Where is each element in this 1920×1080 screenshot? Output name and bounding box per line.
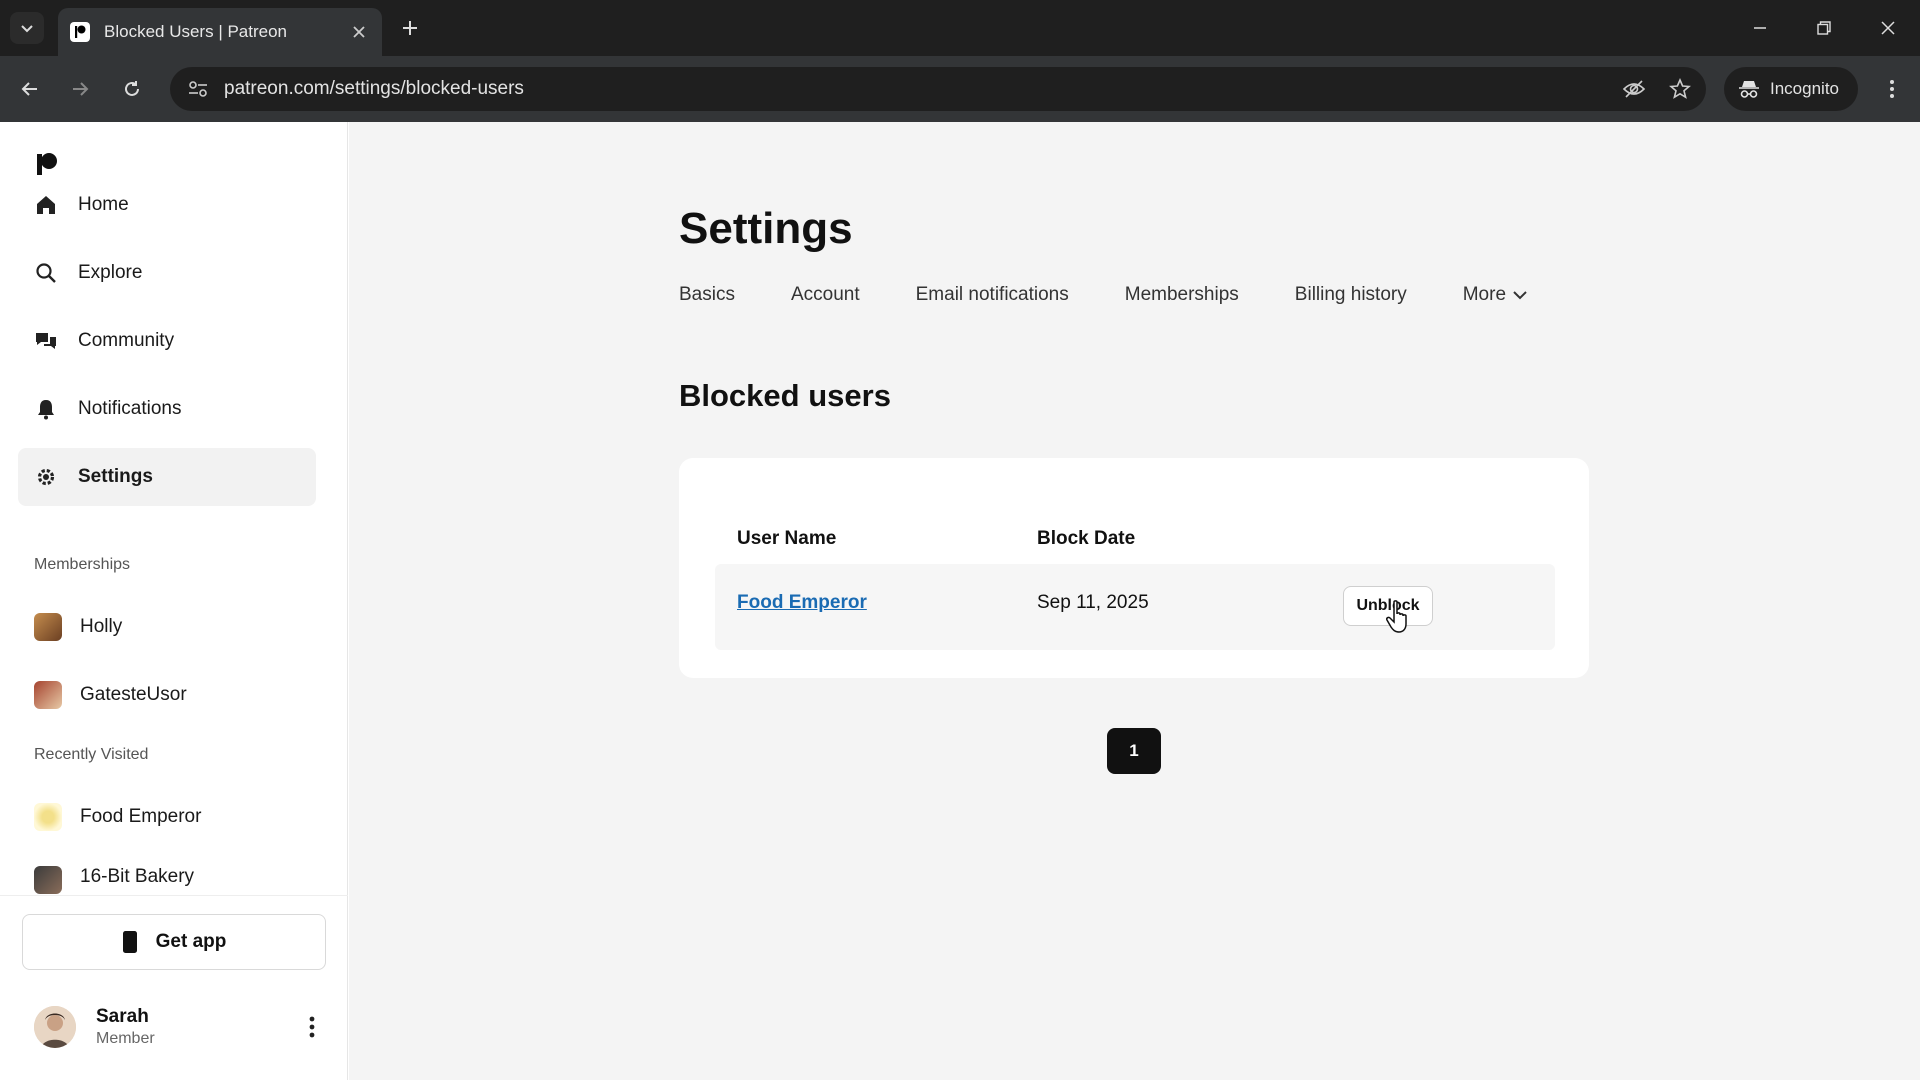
gatesteusor-avatar [34,681,62,709]
sidebar-item-16-bit-bakery[interactable]: 16-Bit Bakery [18,856,316,896]
user-name: Sarah [96,1006,149,1027]
tab-basics[interactable]: Basics [679,284,735,306]
chat-bubbles-icon [34,329,58,353]
sidebar-item-label: Explore [78,262,143,283]
column-header-user-name: User Name [737,528,837,549]
tab-account[interactable]: Account [791,284,860,306]
incognito-badge[interactable]: Incognito [1724,67,1858,111]
bell-icon [34,397,58,421]
sidebar-item-label: Settings [78,466,153,487]
sidebar-item-label: Holly [80,616,123,637]
tab-billing-history[interactable]: Billing history [1295,284,1407,306]
block-date: Sep 11, 2025 [1037,592,1149,613]
hand-cursor-icon [1386,600,1407,633]
get-app-button[interactable]: Get app [22,914,326,970]
patreon-favicon-icon [70,22,90,42]
browser-tab-bar: Blocked Users | Patreon [0,0,1920,56]
chevron-down-icon [1513,291,1527,300]
sidebar-item-label: Food Emperor [80,806,202,827]
page-title: Settings [679,204,853,253]
recently-visited-section-label: Recently Visited [34,746,149,763]
tab-memberships[interactable]: Memberships [1125,284,1239,306]
reload-icon[interactable] [116,73,148,105]
user-profile[interactable]: Sarah Member [34,998,324,1056]
sidebar-item-notifications[interactable]: Notifications [18,380,316,438]
pagination-page-button[interactable]: 1 [1107,728,1161,774]
get-app-label: Get app [155,931,227,952]
sidebar-item-label: GatesteUsor [80,684,187,705]
sidebar-item-home[interactable]: Home [18,176,316,234]
back-arrow-icon[interactable] [14,73,46,105]
user-more-icon[interactable] [300,1012,324,1042]
incognito-icon [1739,81,1759,98]
sidebar-item-label: Community [78,330,175,351]
main-content: Settings Basics Account Email notificati… [349,122,1920,1080]
close-tab-icon[interactable] [348,21,370,43]
16-bit-bakery-avatar [34,866,62,894]
tab-search-button[interactable] [10,12,44,44]
blocked-users-card: User Name Block Date Food Emperor Sep 11… [679,458,1589,678]
home-icon [34,193,58,217]
search-icon [34,261,58,285]
sidebar-item-explore[interactable]: Explore [18,244,316,302]
sidebar-item-label: 16-Bit Bakery [80,866,195,887]
table-row: Food Emperor Sep 11, 2025 Unblock [715,564,1555,650]
sidebar-item-community[interactable]: Community [18,312,316,370]
blocked-users-heading: Blocked users [679,378,891,413]
minimize-icon[interactable] [1740,10,1780,46]
sidebar-item-label: Home [78,194,129,215]
tab-title: Blocked Users | Patreon [104,22,287,41]
new-tab-icon[interactable] [396,14,424,42]
food-emperor-avatar [34,803,62,831]
memberships-section-label: Memberships [34,556,131,573]
sidebar-item-holly[interactable]: Holly [18,598,316,656]
browser-tab[interactable]: Blocked Users | Patreon [58,8,382,56]
user-role: Member [96,1030,155,1047]
browser-toolbar: patreon.com/settings/blocked-users Incog… [0,56,1920,122]
tab-more-label: More [1462,284,1507,305]
site-settings-icon[interactable] [176,67,220,111]
forward-arrow-icon[interactable] [64,73,96,105]
eye-off-icon[interactable] [1614,69,1654,109]
star-bookmark-icon[interactable] [1660,69,1700,109]
address-bar[interactable]: patreon.com/settings/blocked-users [170,67,1706,111]
column-header-block-date: Block Date [1037,528,1136,549]
settings-tabs: Basics Account Email notifications Membe… [679,284,1584,306]
avatar [34,1006,76,1048]
close-window-icon[interactable] [1868,10,1908,46]
blocked-user-link[interactable]: Food Emperor [737,592,867,614]
chevron-down-icon [21,25,33,33]
browser-menu-icon[interactable] [1876,73,1908,105]
incognito-label: Incognito [1770,79,1839,98]
sidebar-item-gatesteusor[interactable]: GatesteUsor [18,666,316,724]
sidebar-divider [0,895,348,896]
sidebar: Home Explore Community Notifications Set… [0,122,348,1080]
tab-more[interactable]: More [1463,284,1528,306]
sidebar-item-food-emperor[interactable]: Food Emperor [18,788,316,846]
holly-avatar [34,613,62,641]
restore-icon[interactable] [1804,10,1844,46]
phone-icon [122,931,137,953]
sidebar-item-label: Notifications [78,398,182,419]
sidebar-item-settings[interactable]: Settings [18,448,316,506]
gear-icon [34,465,58,489]
tab-email-notifications[interactable]: Email notifications [916,284,1069,306]
url-text: patreon.com/settings/blocked-users [224,78,524,99]
